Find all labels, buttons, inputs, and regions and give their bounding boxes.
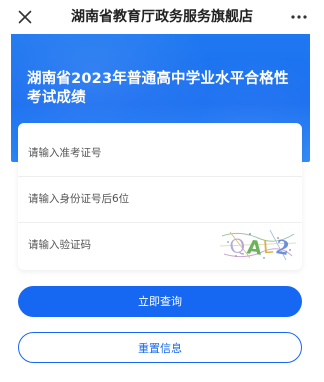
exam-number-input[interactable] bbox=[28, 140, 218, 166]
svg-text:Q: Q bbox=[228, 234, 248, 259]
id-last6-field bbox=[18, 177, 302, 223]
svg-text:L: L bbox=[262, 237, 273, 259]
exam-number-field bbox=[18, 131, 302, 177]
query-button[interactable]: 立即查询 bbox=[18, 286, 302, 317]
close-icon[interactable] bbox=[16, 8, 34, 26]
id-last6-input[interactable] bbox=[28, 186, 218, 212]
more-icon[interactable] bbox=[288, 8, 310, 26]
captcha-image[interactable]: Q A L 2 bbox=[219, 228, 297, 262]
svg-text:2: 2 bbox=[274, 236, 291, 260]
query-form: Q A L 2 bbox=[18, 123, 302, 270]
navbar: 湖南省教育厅政务服务旗舰店 bbox=[0, 0, 324, 34]
page: 湖南省教育厅政务服务旗舰店 湖南省2023年普通高中学业水平合格性考试成绩 请输… bbox=[0, 0, 324, 382]
hero-title: 湖南省2023年普通高中学业水平合格性考试成绩 bbox=[27, 71, 289, 106]
captcha-field: Q A L 2 bbox=[18, 223, 302, 269]
reset-button[interactable]: 重置信息 bbox=[18, 332, 302, 363]
svg-text:A: A bbox=[246, 236, 263, 259]
captcha-input[interactable] bbox=[28, 232, 218, 258]
page-title: 湖南省教育厅政务服务旗舰店 bbox=[71, 9, 253, 25]
